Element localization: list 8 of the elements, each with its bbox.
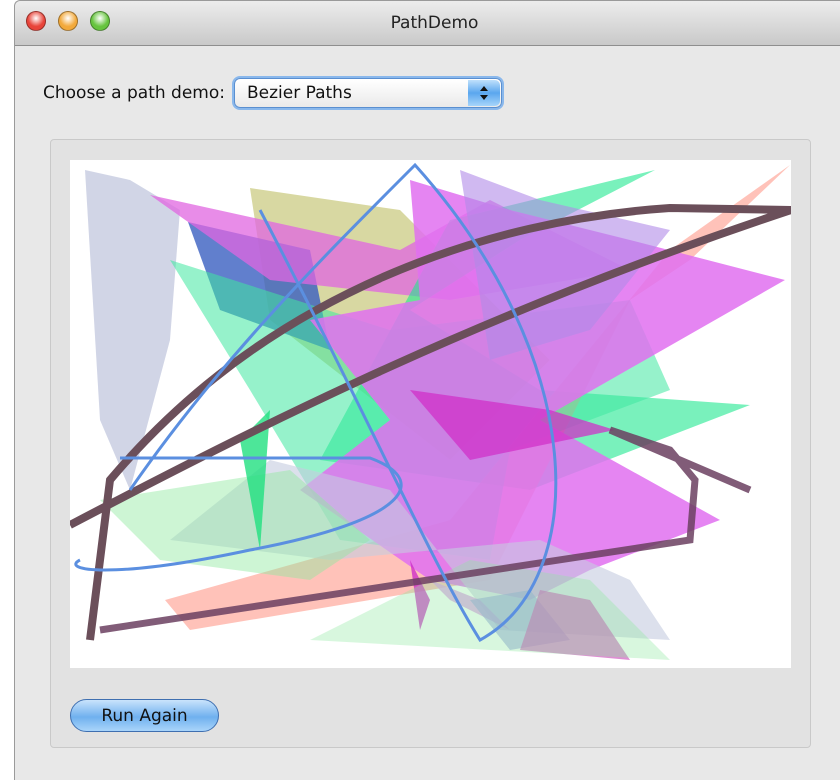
zoom-button[interactable] bbox=[90, 11, 110, 31]
demo-label: Choose a path demo: bbox=[43, 83, 225, 103]
window-title: PathDemo bbox=[390, 13, 478, 33]
close-button[interactable] bbox=[26, 11, 46, 31]
run-again-button[interactable]: Run Again bbox=[70, 699, 219, 732]
minimize-button[interactable] bbox=[58, 11, 78, 31]
demo-popup[interactable]: Bezier Paths bbox=[234, 78, 502, 108]
stepper-icon bbox=[468, 80, 500, 106]
